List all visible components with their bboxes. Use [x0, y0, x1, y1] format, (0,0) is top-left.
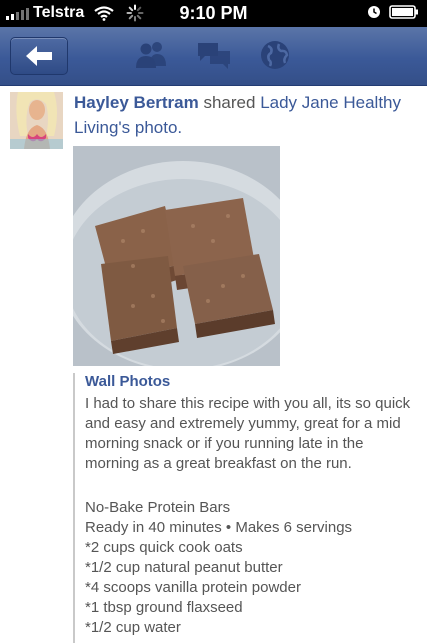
recipe-line: *4 scoops vanilla protein powder — [85, 579, 301, 596]
photo-link[interactable]: photo. — [130, 118, 182, 137]
nav-bar — [0, 27, 427, 86]
recipe-line: No-Bake Protein Bars — [85, 499, 231, 516]
clock-icon — [368, 6, 380, 18]
back-button[interactable] — [10, 37, 68, 75]
shared-photo[interactable] — [73, 146, 280, 366]
recipe-line: Ready in 40 minutes • Makes 6 servings — [85, 519, 353, 536]
author-name-link[interactable]: Hayley Bertram — [74, 93, 199, 112]
quote-bar — [73, 373, 75, 643]
protein-bars-photo — [73, 146, 280, 366]
recipe-line: *1/2 cup water — [85, 619, 181, 636]
avatar[interactable] — [10, 92, 63, 149]
status-right — [367, 5, 419, 19]
status-bar: Telstra 9:10 PM — [0, 0, 427, 27]
back-arrow-icon — [26, 46, 52, 66]
battery-icon — [389, 5, 418, 19]
recipe-line: *1 tbsp ground flaxseed — [85, 599, 243, 616]
post-headline: Hayley Bertram shared Lady Jane Healthy … — [74, 90, 414, 140]
recipe-line: *2 cups quick cook oats — [85, 539, 243, 556]
recipe-text: No-Bake Protein Bars Ready in 40 minutes… — [85, 498, 415, 638]
album-title-link[interactable]: Wall Photos — [85, 373, 170, 390]
shared-text: shared — [198, 93, 261, 112]
globe-icon[interactable] — [259, 40, 291, 72]
messages-icon[interactable] — [196, 40, 232, 70]
recipe-line: *1/2 cup natural peanut butter — [85, 559, 283, 576]
friends-icon[interactable] — [133, 40, 169, 70]
status-time: 9:10 PM — [179, 3, 248, 23]
profile-photo-image — [10, 92, 63, 149]
post-description: I had to share this recipe with you all,… — [85, 395, 411, 472]
